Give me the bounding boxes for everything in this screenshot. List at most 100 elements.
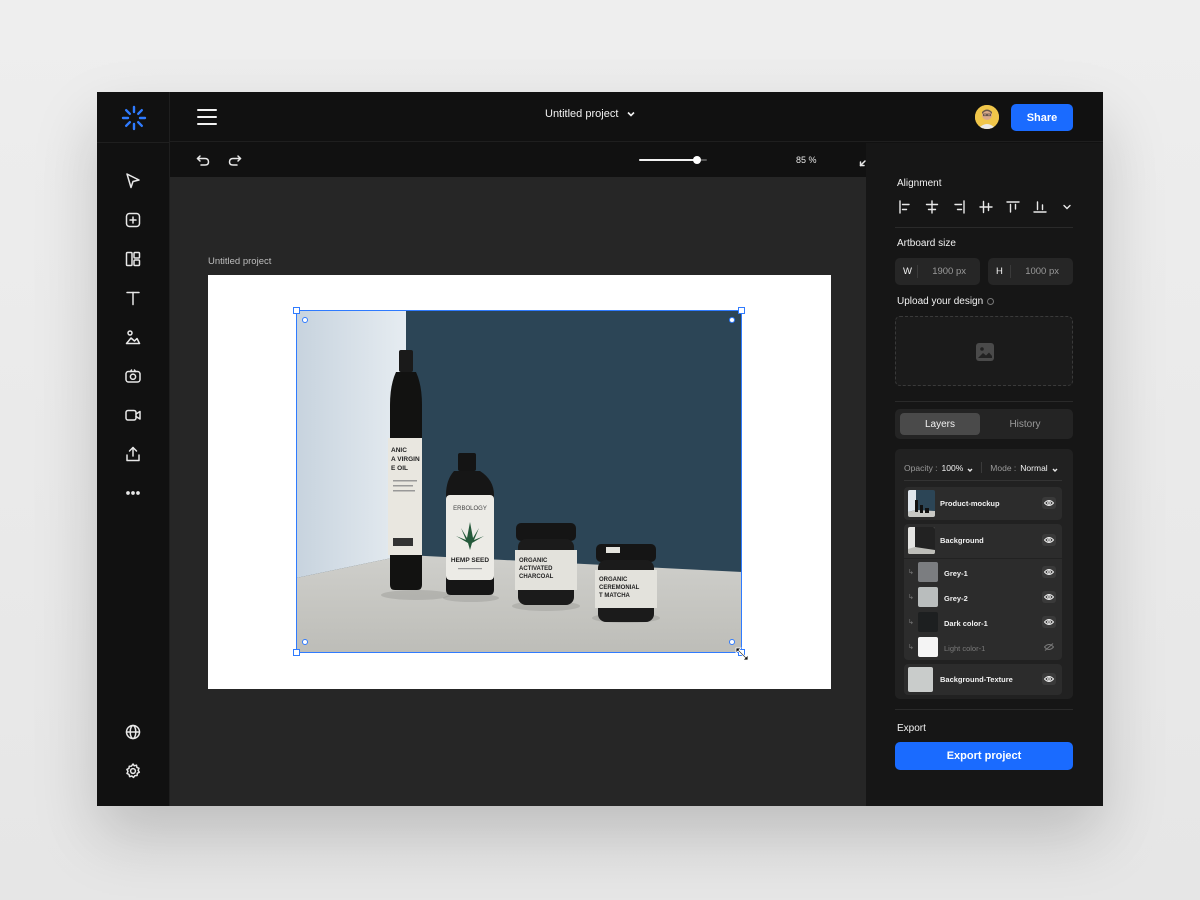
canvas-toolbar: 85 % xyxy=(170,143,939,177)
camera-icon[interactable] xyxy=(123,366,143,386)
tab-history[interactable]: History xyxy=(985,413,1065,435)
upload-share-icon[interactable] xyxy=(123,444,143,464)
layer-color-swatch xyxy=(918,612,938,632)
child-indent-icon: ↳ xyxy=(908,644,914,651)
layer-light-color-1[interactable]: ↳ Light color-1 xyxy=(904,635,1062,660)
zoom-slider-fill xyxy=(639,159,697,161)
resize-handle-top-right[interactable] xyxy=(738,307,745,314)
layer-thumbnail xyxy=(908,527,935,554)
align-center-vertical-icon[interactable] xyxy=(978,199,994,215)
tab-layers[interactable]: Layers xyxy=(900,413,980,435)
layer-name: Background xyxy=(940,536,984,545)
radius-handle-top-right[interactable] xyxy=(729,317,735,323)
layer-group-background: Background ↳ Grey-1 ↳ Grey-2 ↳ Dark colo… xyxy=(904,524,1062,660)
visibility-eye-icon[interactable] xyxy=(1042,591,1056,603)
width-label: W xyxy=(903,266,912,277)
opacity-mode-row: Opacity : 100% Mode : Normal xyxy=(904,462,1058,473)
layers-history-tabs: Layers History xyxy=(895,409,1073,439)
visibility-eye-icon[interactable] xyxy=(1042,673,1056,685)
mode-value[interactable]: Normal xyxy=(1020,463,1047,473)
zoom-slider[interactable] xyxy=(639,156,707,164)
layer-name: Light color-1 xyxy=(944,644,986,653)
properties-panel: Alignment Artboard size W 1900 px H 1000… xyxy=(866,143,1103,806)
export-title: Export xyxy=(897,723,926,734)
settings-gear-icon[interactable] xyxy=(123,761,143,781)
image-placeholder-icon xyxy=(976,343,994,361)
radius-handle-bottom-right[interactable] xyxy=(729,639,735,645)
visibility-hidden-eye-icon[interactable] xyxy=(1042,641,1056,653)
divider xyxy=(895,709,1073,710)
mode-chevron-icon[interactable] xyxy=(1052,465,1058,472)
menu-hamburger-icon[interactable] xyxy=(197,109,217,125)
visibility-eye-icon[interactable] xyxy=(1042,534,1056,546)
add-element-icon[interactable] xyxy=(123,210,143,230)
radius-handle-bottom-left[interactable] xyxy=(302,639,308,645)
tool-rail xyxy=(97,92,170,806)
artboard-width-field[interactable]: W 1900 px xyxy=(895,258,980,285)
layout-grid-icon[interactable] xyxy=(123,249,143,269)
align-right-icon[interactable] xyxy=(951,199,967,215)
project-title-dropdown[interactable]: Untitled project xyxy=(545,108,636,120)
layer-thumbnail xyxy=(908,490,935,517)
align-bottom-icon[interactable] xyxy=(1032,199,1048,215)
alignment-title: Alignment xyxy=(897,178,942,189)
upload-dropzone[interactable] xyxy=(895,316,1073,386)
video-icon[interactable] xyxy=(123,405,143,425)
opacity-value[interactable]: 100% xyxy=(942,463,964,473)
layer-grey-1[interactable]: ↳ Grey-1 xyxy=(904,560,1062,585)
globe-language-icon[interactable] xyxy=(123,722,143,742)
align-top-icon[interactable] xyxy=(1005,199,1021,215)
layer-color-swatch xyxy=(918,587,938,607)
undo-icon[interactable] xyxy=(194,151,212,169)
layer-background-texture[interactable]: Background-Texture xyxy=(904,664,1062,695)
layer-color-swatch xyxy=(918,562,938,582)
child-indent-icon: ↳ xyxy=(908,594,914,601)
image-tool-icon[interactable] xyxy=(123,327,143,347)
layer-dark-color-1[interactable]: ↳ Dark color-1 xyxy=(904,610,1062,635)
artboard[interactable]: ANIC A VIRGIN E OIL ERBOLOGY HEMP SEED O… xyxy=(208,275,831,689)
design-canvas[interactable]: Untitled project ANIC A VIRGIN E OIL ERB… xyxy=(170,177,866,806)
visibility-eye-icon[interactable] xyxy=(1042,566,1056,578)
radius-handle-top-left[interactable] xyxy=(302,317,308,323)
visibility-eye-icon[interactable] xyxy=(1042,497,1056,509)
layer-product-mockup[interactable]: Product-mockup xyxy=(904,487,1062,520)
app-logo-icon[interactable] xyxy=(121,105,147,131)
layers-panel: Opacity : 100% Mode : Normal Product-moc… xyxy=(895,449,1073,699)
chevron-down-icon xyxy=(627,111,635,117)
text-tool-icon[interactable] xyxy=(123,288,143,308)
cursor-select-icon[interactable] xyxy=(123,171,143,191)
more-options-icon[interactable] xyxy=(123,483,143,503)
width-value: 1900 px xyxy=(932,266,966,277)
opacity-chevron-icon[interactable] xyxy=(967,465,973,472)
info-icon[interactable] xyxy=(987,297,995,305)
selection-frame[interactable] xyxy=(296,310,742,653)
resize-handle-bottom-left[interactable] xyxy=(293,649,300,656)
layer-color-swatch xyxy=(908,667,933,692)
upload-title: Upload your design xyxy=(897,296,995,307)
artboard-height-field[interactable]: H 1000 px xyxy=(988,258,1073,285)
resize-cursor-icon xyxy=(735,647,749,661)
rail-divider xyxy=(97,142,170,143)
redo-icon[interactable] xyxy=(226,151,244,169)
layer-name: Dark color-1 xyxy=(944,619,988,628)
user-avatar[interactable] xyxy=(975,105,999,129)
mode-label: Mode : xyxy=(990,462,1017,473)
layer-name: Grey-2 xyxy=(944,594,968,603)
resize-handle-top-left[interactable] xyxy=(293,307,300,314)
align-center-horizontal-icon[interactable] xyxy=(924,199,940,215)
export-project-button[interactable]: Export project xyxy=(895,742,1073,770)
zoom-slider-knob[interactable] xyxy=(692,156,701,164)
alignment-more-chevron-icon[interactable] xyxy=(1059,199,1075,215)
top-bar: Untitled project Share xyxy=(170,92,1103,142)
layer-background[interactable]: Background xyxy=(904,524,1062,557)
align-left-icon[interactable] xyxy=(897,199,913,215)
project-title-text: Untitled project xyxy=(545,108,619,120)
opacity-label: Opacity : xyxy=(904,462,938,473)
share-button[interactable]: Share xyxy=(1011,104,1073,131)
child-indent-icon: ↳ xyxy=(908,569,914,576)
zoom-level-label: 85 % xyxy=(796,155,817,165)
artboard-size-title: Artboard size xyxy=(897,238,956,249)
visibility-eye-icon[interactable] xyxy=(1042,616,1056,628)
layer-grey-2[interactable]: ↳ Grey-2 xyxy=(904,585,1062,610)
height-value: 1000 px xyxy=(1025,266,1059,277)
